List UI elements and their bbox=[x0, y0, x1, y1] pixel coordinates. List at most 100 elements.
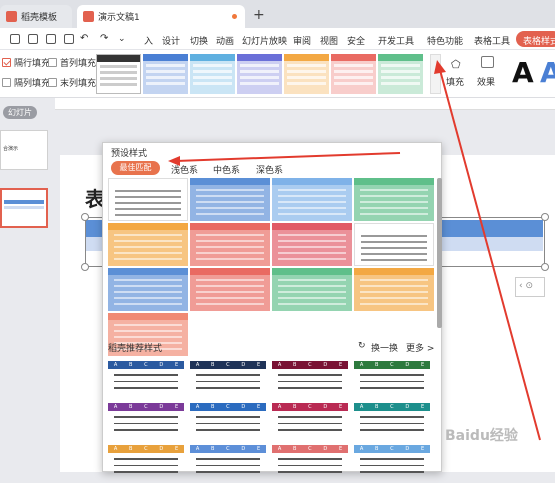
gallery-style-thumbnail[interactable] bbox=[143, 54, 188, 94]
checkbox-alternate-column[interactable]: 隔列填充 bbox=[2, 76, 50, 89]
column-letter: D bbox=[405, 446, 410, 452]
menu-animation[interactable]: 动画 bbox=[216, 34, 234, 47]
checkbox-icon bbox=[48, 58, 57, 67]
column-letter: C bbox=[226, 404, 230, 410]
save-icon[interactable] bbox=[28, 34, 38, 44]
column-letter: A bbox=[359, 446, 364, 452]
fill-icon[interactable]: ⬠ bbox=[451, 58, 461, 71]
menu-review[interactable]: 审阅 bbox=[293, 34, 311, 47]
slide-thumbnail-2[interactable] bbox=[0, 188, 48, 228]
table-style-option[interactable] bbox=[272, 268, 352, 311]
resize-handle[interactable] bbox=[81, 263, 89, 271]
menu-design[interactable]: 设计 bbox=[162, 34, 180, 47]
undo-icon[interactable]: ↶ bbox=[80, 33, 88, 44]
column-letter: D bbox=[323, 446, 328, 452]
column-letter: B bbox=[293, 446, 297, 452]
menu-table-tools[interactable]: 表格工具 bbox=[474, 34, 510, 47]
gallery-style-thumbnail[interactable] bbox=[378, 54, 423, 94]
redo-icon[interactable]: ↷ bbox=[100, 33, 108, 44]
recommended-style-option[interactable]: A B C D E bbox=[272, 403, 348, 441]
table-style-option[interactable] bbox=[190, 268, 270, 311]
column-letter: B bbox=[375, 446, 379, 452]
table-style-option[interactable] bbox=[108, 178, 188, 221]
table-style-option[interactable] bbox=[354, 268, 434, 311]
more-button[interactable]: 更多 > bbox=[406, 341, 434, 354]
menu-security[interactable]: 安全 bbox=[347, 34, 365, 47]
checkbox-alternate-row[interactable]: 隔行填充 bbox=[2, 56, 50, 69]
gallery-expand-button[interactable] bbox=[430, 54, 441, 94]
tab-best-match[interactable]: 最佳匹配 bbox=[111, 161, 160, 175]
table-style-option[interactable] bbox=[272, 223, 352, 266]
recommended-style-option[interactable]: A B C D E bbox=[190, 403, 266, 441]
recommended-style-option[interactable]: A B C D E bbox=[108, 361, 184, 399]
table-style-option[interactable] bbox=[108, 268, 188, 311]
refresh-icon[interactable]: ↻ bbox=[358, 341, 366, 351]
checkbox-checked-icon bbox=[2, 58, 11, 67]
text-style-a-blue[interactable]: A bbox=[540, 56, 555, 89]
gallery-style-thumbnail[interactable] bbox=[190, 54, 235, 94]
recommended-style-option[interactable]: A B C D E bbox=[190, 445, 266, 483]
refresh-button[interactable]: 换一换 bbox=[371, 341, 398, 354]
column-letter: A bbox=[195, 446, 200, 452]
column-letter: B bbox=[211, 404, 215, 410]
menu-insert[interactable]: 入 bbox=[144, 34, 153, 47]
tab-label: 演示文稿1 bbox=[98, 13, 140, 23]
tab-light[interactable]: 浅色系 bbox=[171, 163, 198, 176]
menu-developer[interactable]: 开发工具 bbox=[378, 34, 414, 47]
tab-label: 稻壳模板 bbox=[21, 13, 58, 23]
slide-panel: 幻灯片 合演示 bbox=[0, 98, 55, 472]
popup-scrollbar[interactable] bbox=[437, 178, 442, 328]
text-style-a-black[interactable]: A bbox=[512, 56, 534, 89]
column-letter: D bbox=[241, 446, 246, 452]
table-style-option[interactable] bbox=[354, 223, 434, 266]
gallery-style-thumbnail[interactable] bbox=[96, 54, 141, 94]
effect-button[interactable]: 效果 bbox=[477, 75, 495, 88]
column-letter: E bbox=[256, 446, 261, 452]
menu-slideshow[interactable]: 幻灯片放映 bbox=[242, 34, 287, 47]
table-style-option[interactable] bbox=[108, 223, 188, 266]
side-toolbar-chevron-icon[interactable]: ‹ ⊙ bbox=[515, 277, 545, 297]
recommended-style-option[interactable]: A B C D E bbox=[272, 361, 348, 399]
resize-handle[interactable] bbox=[541, 213, 549, 221]
tab-template[interactable]: 稻壳模板 bbox=[0, 5, 72, 28]
tab-presentation[interactable]: 演示文稿1 bbox=[77, 5, 245, 28]
table-style-option[interactable] bbox=[354, 178, 434, 221]
column-letter: B bbox=[375, 404, 379, 410]
slide-thumbnail-1[interactable]: 合演示 bbox=[0, 130, 48, 170]
recommended-style-option[interactable]: A B C D E bbox=[354, 403, 430, 441]
table-style-option[interactable] bbox=[190, 178, 270, 221]
column-letter: D bbox=[241, 404, 246, 410]
checkbox-last-column[interactable]: 末列填充 bbox=[48, 76, 96, 89]
customize-icon[interactable]: ⌄ bbox=[118, 34, 126, 44]
menu-features[interactable]: 特色功能 bbox=[427, 34, 463, 47]
menu-transition[interactable]: 切换 bbox=[190, 34, 208, 47]
menu-icon[interactable] bbox=[10, 34, 20, 44]
recommended-style-option[interactable]: A B C D E bbox=[354, 361, 430, 399]
new-tab-plus-icon[interactable]: + bbox=[253, 7, 265, 23]
recommended-style-option[interactable]: A B C D E bbox=[108, 445, 184, 483]
menu-view[interactable]: 视图 bbox=[320, 34, 338, 47]
recommended-style-option[interactable]: A B C D E bbox=[272, 445, 348, 483]
ribbon: 隔行填充 首列填充 隔列填充 末列填充 ⬠ 填充 效果 A A bbox=[0, 50, 555, 98]
gallery-style-thumbnail[interactable] bbox=[331, 54, 376, 94]
recommended-style-option[interactable]: A B C D E bbox=[108, 403, 184, 441]
tab-dark[interactable]: 深色系 bbox=[256, 163, 283, 176]
column-letter: D bbox=[241, 362, 246, 368]
print-icon[interactable] bbox=[46, 34, 56, 44]
resize-handle[interactable] bbox=[541, 263, 549, 271]
effect-icon[interactable] bbox=[481, 56, 494, 68]
recommended-style-option[interactable]: A B C D E bbox=[354, 445, 430, 483]
table-style-tab[interactable]: 表格样式 bbox=[516, 31, 555, 47]
resize-handle[interactable] bbox=[81, 213, 89, 221]
column-letter: C bbox=[226, 446, 230, 452]
table-style-option[interactable] bbox=[272, 178, 352, 221]
checkbox-first-column[interactable]: 首列填充 bbox=[48, 56, 96, 69]
recommended-style-option[interactable]: A B C D E bbox=[190, 361, 266, 399]
table-style-option[interactable] bbox=[190, 223, 270, 266]
preview-icon[interactable] bbox=[64, 34, 74, 44]
fill-button[interactable]: 填充 bbox=[446, 75, 464, 88]
gallery-style-thumbnail[interactable] bbox=[237, 54, 282, 94]
preset-style-popup: 预设样式 最佳匹配 浅色系 中色系 深色系 稻壳推荐样式 ↻ 换一换 更多 > … bbox=[102, 142, 442, 473]
tab-medium[interactable]: 中色系 bbox=[213, 163, 240, 176]
gallery-style-thumbnail[interactable] bbox=[284, 54, 329, 94]
